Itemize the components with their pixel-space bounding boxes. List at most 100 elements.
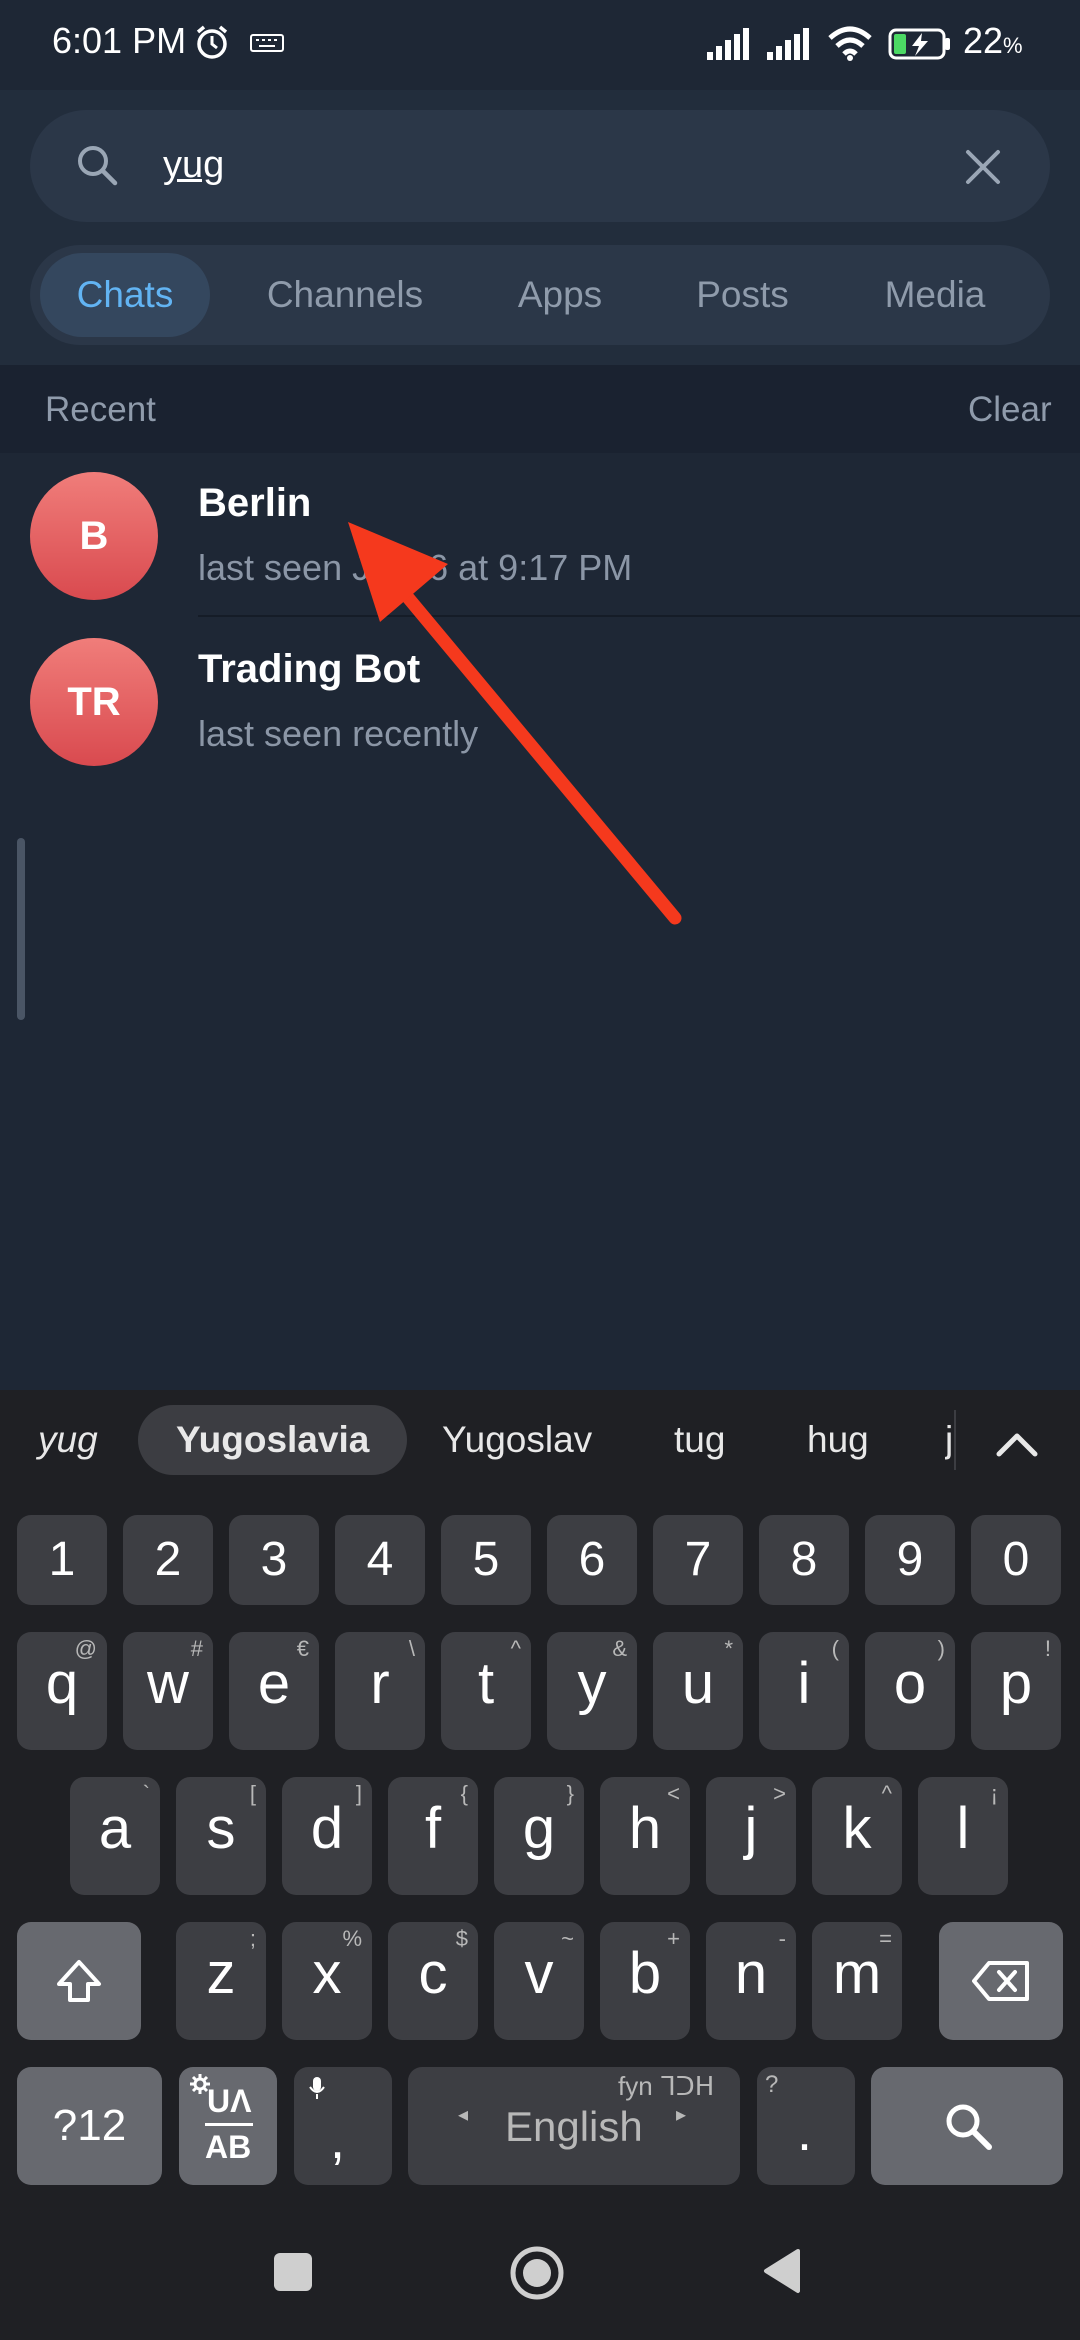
key-g[interactable]: } g bbox=[494, 1777, 584, 1895]
shift-icon bbox=[57, 1960, 101, 2002]
wifi-icon bbox=[828, 26, 872, 61]
signal-icon-2 bbox=[767, 28, 809, 60]
key-p[interactable]: ! p bbox=[971, 1632, 1061, 1750]
search-icon bbox=[946, 2104, 992, 2150]
key-label: h bbox=[628, 1796, 662, 1861]
clear-search-icon[interactable] bbox=[964, 148, 1002, 186]
lang-switch-top: UΛ bbox=[207, 2083, 252, 2119]
key-a[interactable]: ` a bbox=[70, 1777, 160, 1895]
key-9[interactable]: 9 bbox=[865, 1515, 955, 1605]
key-8[interactable]: 8 bbox=[759, 1515, 849, 1605]
battery-charging-icon bbox=[888, 28, 950, 60]
key-m[interactable]: = m bbox=[812, 1922, 902, 2040]
avatar: TR bbox=[30, 638, 158, 766]
key-label: l bbox=[956, 1796, 970, 1861]
recents-button[interactable] bbox=[274, 2253, 312, 2291]
key-label: f bbox=[424, 1796, 442, 1861]
tab-chats[interactable]: Chats bbox=[40, 253, 210, 337]
key-n[interactable]: -n bbox=[706, 1922, 796, 2040]
symbols-key[interactable]: ?12 bbox=[17, 2067, 162, 2185]
key-v[interactable]: ~ v bbox=[494, 1922, 584, 2040]
key-d[interactable]: ] d bbox=[282, 1777, 372, 1895]
key-f[interactable]: {f bbox=[388, 1777, 478, 1895]
suggestion[interactable]: hug bbox=[807, 1405, 869, 1475]
key-q[interactable]: @ q bbox=[17, 1632, 107, 1750]
battery-percent: 22% bbox=[963, 20, 1023, 61]
key-label: z bbox=[206, 1941, 236, 2006]
key-r[interactable]: \ r bbox=[335, 1632, 425, 1750]
chevron-left-icon: ◂ bbox=[458, 2104, 469, 2126]
key-2[interactable]: 2 bbox=[123, 1515, 213, 1605]
key-label: e bbox=[257, 1651, 291, 1716]
key-t[interactable]: ^ t bbox=[441, 1632, 531, 1750]
key-i[interactable]: (i bbox=[759, 1632, 849, 1750]
key-l[interactable]: ¡ l bbox=[918, 1777, 1008, 1895]
key-e[interactable]: € e bbox=[229, 1632, 319, 1750]
key-label: u bbox=[681, 1651, 715, 1716]
back-button[interactable] bbox=[760, 2247, 802, 2295]
space-hint: fyn ᒣᑐᕼ bbox=[618, 2071, 715, 2101]
key-6[interactable]: 6 bbox=[547, 1515, 637, 1605]
chevron-right-icon: ▸ bbox=[676, 2104, 687, 2126]
key-s[interactable]: [s bbox=[176, 1777, 266, 1895]
keyboard-indicator-icon bbox=[250, 34, 284, 52]
key-0[interactable]: 0 bbox=[971, 1515, 1061, 1605]
key-7[interactable]: 7 bbox=[653, 1515, 743, 1605]
key-label: n bbox=[734, 1941, 768, 2006]
signal-icon-1 bbox=[707, 28, 749, 60]
suggestion[interactable]: Yugoslav bbox=[442, 1405, 592, 1475]
key-b[interactable]: + b bbox=[600, 1922, 690, 2040]
chevron-up-icon[interactable] bbox=[995, 1430, 1039, 1460]
search-action-key[interactable] bbox=[871, 2067, 1063, 2185]
tab-apps[interactable]: Apps bbox=[490, 253, 630, 337]
period-key[interactable]: ? . bbox=[757, 2067, 855, 2185]
key-5[interactable]: 5 bbox=[441, 1515, 531, 1605]
suggestion-typed[interactable]: yug bbox=[38, 1405, 98, 1475]
microphone-icon bbox=[309, 2077, 325, 2099]
comma-key[interactable]: , bbox=[294, 2067, 392, 2185]
key-z[interactable]: ; z bbox=[176, 1922, 266, 2040]
avatar: B bbox=[30, 472, 158, 600]
language-switch-key[interactable]: UΛ AB bbox=[179, 2067, 277, 2185]
key-label: m bbox=[832, 1941, 882, 2006]
key-label: k bbox=[842, 1796, 872, 1861]
key-label: b bbox=[628, 1941, 662, 2006]
key-label: d bbox=[310, 1796, 344, 1861]
key-w[interactable]: # w bbox=[123, 1632, 213, 1750]
tab-channels[interactable]: Channels bbox=[245, 253, 445, 337]
lang-switch-divider bbox=[205, 2123, 253, 2126]
status-time: 6:01 PM bbox=[52, 20, 187, 61]
key-k[interactable]: ^ k bbox=[812, 1777, 902, 1895]
backspace-key[interactable] bbox=[939, 1922, 1063, 2040]
chat-name: Berlin bbox=[198, 481, 312, 525]
key-3[interactable]: 3 bbox=[229, 1515, 319, 1605]
search-icon bbox=[78, 146, 118, 186]
key-y[interactable]: & y bbox=[547, 1632, 637, 1750]
space-label: English bbox=[505, 2103, 643, 2150]
key-c[interactable]: $ c bbox=[388, 1922, 478, 2040]
key-j[interactable]: > j bbox=[706, 1777, 796, 1895]
clear-recent-button[interactable]: Clear bbox=[968, 390, 1052, 430]
backspace-icon bbox=[972, 1961, 1029, 2001]
suggestion-primary[interactable]: Yugoslavia bbox=[138, 1405, 408, 1475]
space-key[interactable]: fyn ᒣᑐᕼ ◂ English ▸ bbox=[408, 2067, 740, 2185]
search-input[interactable]: yug bbox=[163, 144, 224, 187]
key-h[interactable]: < h bbox=[600, 1777, 690, 1895]
key-label: v bbox=[524, 1941, 554, 2006]
key-4[interactable]: 4 bbox=[335, 1515, 425, 1605]
shift-key[interactable] bbox=[17, 1922, 141, 2040]
key-1[interactable]: 1 bbox=[17, 1515, 107, 1605]
tab-posts[interactable]: Posts bbox=[670, 253, 815, 337]
key-o[interactable]: ) o bbox=[865, 1632, 955, 1750]
key-label: j bbox=[744, 1796, 758, 1861]
key-label: r bbox=[370, 1651, 390, 1716]
tab-media[interactable]: Media bbox=[860, 253, 1010, 337]
key-label: t bbox=[477, 1651, 495, 1716]
key-label: c bbox=[418, 1941, 448, 2006]
key-x[interactable]: % x bbox=[282, 1922, 372, 2040]
key-label: p bbox=[999, 1651, 1033, 1716]
home-button[interactable] bbox=[509, 2245, 565, 2301]
suggestion[interactable]: tug bbox=[674, 1405, 725, 1475]
scrollbar[interactable] bbox=[17, 838, 25, 1020]
key-u[interactable]: * u bbox=[653, 1632, 743, 1750]
